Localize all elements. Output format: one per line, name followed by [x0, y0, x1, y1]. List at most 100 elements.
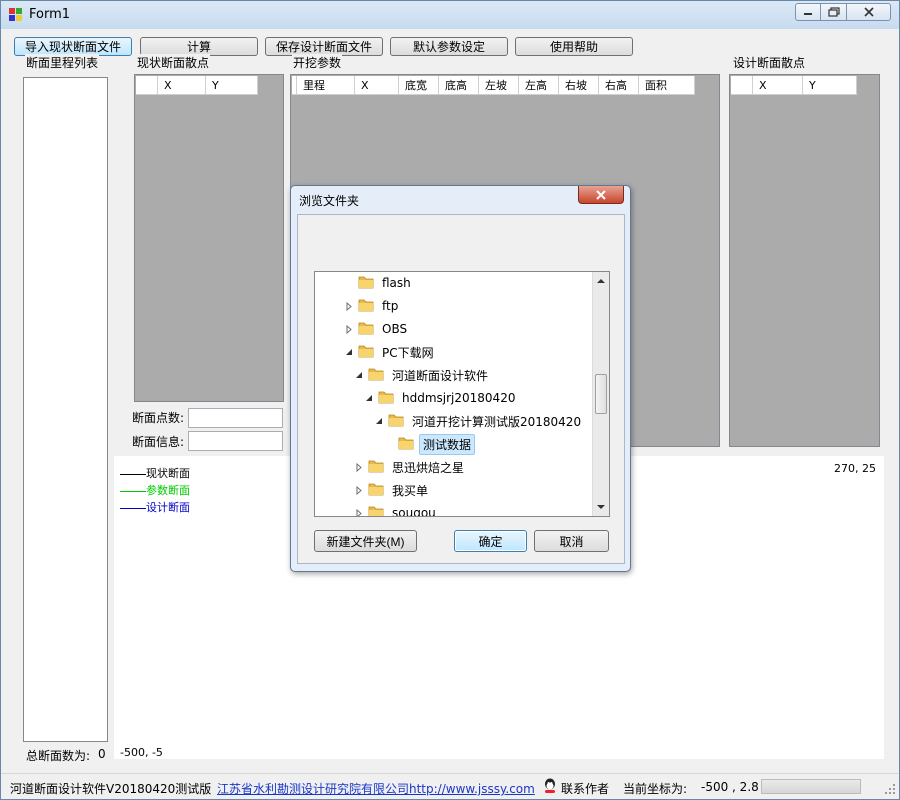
minimize-icon: [804, 13, 812, 15]
status-bar: 河道断面设计软件V20180420测试版 江苏省水利勘测设计研究院有限公司htt…: [1, 773, 899, 799]
folder-icon: [398, 435, 414, 453]
tree-scrollbar[interactable]: [592, 272, 609, 516]
help-button[interactable]: 使用帮助: [515, 37, 633, 56]
column-header-bottom-height[interactable]: 底高: [439, 76, 479, 95]
tree-item-label: flash: [382, 276, 411, 290]
tree-item[interactable]: ftp: [343, 295, 401, 317]
column-header-y[interactable]: Y: [803, 76, 857, 95]
section-total-label: 总断面数为:: [26, 749, 91, 763]
scroll-up-icon[interactable]: [593, 272, 609, 289]
row-header-cell: [136, 76, 158, 95]
column-header-x[interactable]: X: [158, 76, 206, 95]
column-header-x[interactable]: X: [355, 76, 399, 95]
app-icon: [9, 8, 23, 22]
contact-author-link[interactable]: 联系作者: [561, 780, 609, 797]
app-version-text: 河道断面设计软件V20180420测试版: [10, 782, 212, 796]
column-header-x[interactable]: X: [753, 76, 803, 95]
tree-collapsed-icon[interactable]: [343, 324, 355, 334]
scroll-thumb[interactable]: [595, 374, 607, 414]
close-button[interactable]: [847, 3, 891, 21]
dialog-close-button[interactable]: [578, 186, 624, 204]
tree-item-label: sougou: [392, 506, 436, 517]
tree-expanded-icon[interactable]: [363, 394, 375, 402]
legend-label-current: 现状断面: [146, 467, 190, 480]
column-header-left-height[interactable]: 左高: [519, 76, 559, 95]
dialog-title: 浏览文件夹: [299, 194, 360, 208]
folder-icon: [368, 504, 384, 516]
tree-expanded-icon[interactable]: [373, 417, 385, 425]
minimize-button[interactable]: [795, 3, 821, 21]
tree-collapsed-icon[interactable]: [353, 508, 365, 516]
point-count-input[interactable]: [188, 408, 283, 428]
tree-item[interactable]: 我买单: [353, 479, 431, 501]
tree-expanded-icon[interactable]: [343, 348, 355, 356]
current-points-label: 现状断面散点: [136, 54, 211, 71]
legend-line-params: [120, 490, 146, 492]
tree-item[interactable]: PC下载网: [343, 341, 437, 363]
default-params-button[interactable]: 默认参数设定: [390, 37, 508, 56]
folder-icon: [358, 297, 374, 315]
params-grid-header: 里程 X 底宽 底高 左坡 左高 右坡 右高 面积: [292, 76, 695, 95]
column-header-right-height[interactable]: 右高: [599, 76, 639, 95]
design-points-grid[interactable]: X Y: [729, 74, 880, 447]
dialog-body: sougou 我买单 思迅烘焙之星 测试数据 河道开挖计算测试版20180420 hddm…: [297, 214, 625, 564]
folder-icon: [388, 412, 404, 430]
tree-item[interactable]: OBS: [343, 318, 410, 340]
tree-item-label: 测试数据: [419, 433, 476, 455]
column-header-bottom-width[interactable]: 底宽: [399, 76, 439, 95]
cancel-button[interactable]: 取消: [534, 530, 609, 552]
folder-tree[interactable]: sougou 我买单 思迅烘焙之星 测试数据 河道开挖计算测试版20180420 hddm…: [314, 271, 610, 517]
tree-item[interactable]: 河道断面设计软件: [353, 364, 491, 386]
column-header-y[interactable]: Y: [206, 76, 258, 95]
column-header-left-slope[interactable]: 左坡: [479, 76, 519, 95]
current-points-grid[interactable]: X Y: [134, 74, 284, 402]
point-count-label: 断面点数:: [132, 411, 185, 425]
tree-item-label: 河道开挖计算测试版20180420: [412, 414, 582, 429]
legend-item-design: 设计断面: [120, 499, 190, 515]
tree-item[interactable]: 测试数据: [383, 433, 476, 455]
current-grid-header: X Y: [136, 76, 258, 95]
folder-icon: [368, 366, 384, 384]
progress-bar: [761, 779, 861, 794]
close-icon: [863, 7, 874, 17]
tree-item-label: ftp: [382, 299, 399, 313]
column-header-area[interactable]: 面积: [639, 76, 695, 95]
tree-collapsed-icon[interactable]: [343, 301, 355, 311]
column-header-right-slope[interactable]: 右坡: [559, 76, 599, 95]
close-icon: [596, 189, 606, 200]
section-list[interactable]: [23, 77, 108, 742]
tree-collapsed-icon[interactable]: [353, 462, 365, 472]
legend-line-design: [120, 507, 146, 509]
section-info-label: 断面信息:: [132, 435, 185, 449]
org-website-link[interactable]: 江苏省水利勘测设计研究院有限公司http://www.jsssy.com: [217, 780, 535, 797]
tree-item[interactable]: 思迅烘焙之星: [353, 456, 467, 478]
new-folder-button[interactable]: 新建文件夹(M): [314, 530, 417, 552]
section-total-value: 0: [98, 747, 106, 761]
design-points-label: 设计断面散点: [732, 54, 807, 71]
tree-item[interactable]: flash: [343, 272, 414, 294]
window-title: Form1: [29, 7, 71, 22]
scroll-down-icon[interactable]: [593, 499, 609, 516]
tree-item-label: 思迅烘焙之星: [392, 460, 465, 475]
plot-max-coord: 270, 25: [834, 462, 876, 475]
maximize-button[interactable]: [821, 3, 847, 21]
section-info-input[interactable]: [188, 431, 283, 451]
ok-button[interactable]: 确定: [454, 530, 527, 552]
qq-contact-icon: [543, 778, 557, 797]
column-header-mileage[interactable]: 里程: [297, 76, 355, 95]
design-grid-header: X Y: [731, 76, 857, 95]
resize-grip-icon[interactable]: [885, 784, 895, 794]
tree-item[interactable]: sougou: [353, 502, 439, 517]
legend-item-current: 现状断面: [120, 465, 190, 481]
tree-item-label: 河道断面设计软件: [392, 368, 489, 383]
folder-icon: [358, 274, 374, 292]
tree-collapsed-icon[interactable]: [353, 485, 365, 495]
excavation-params-label: 开挖参数: [292, 54, 343, 71]
tree-expanded-icon[interactable]: [353, 371, 365, 379]
tree-item[interactable]: hddmsjrj20180420: [363, 387, 518, 409]
tree-item-label: hddmsjrj20180420: [402, 391, 516, 405]
legend-line-current: [120, 473, 146, 475]
tree-item[interactable]: 河道开挖计算测试版20180420: [373, 410, 584, 432]
title-bar[interactable]: Form1: [1, 1, 899, 29]
tree-item-label: OBS: [382, 322, 408, 336]
